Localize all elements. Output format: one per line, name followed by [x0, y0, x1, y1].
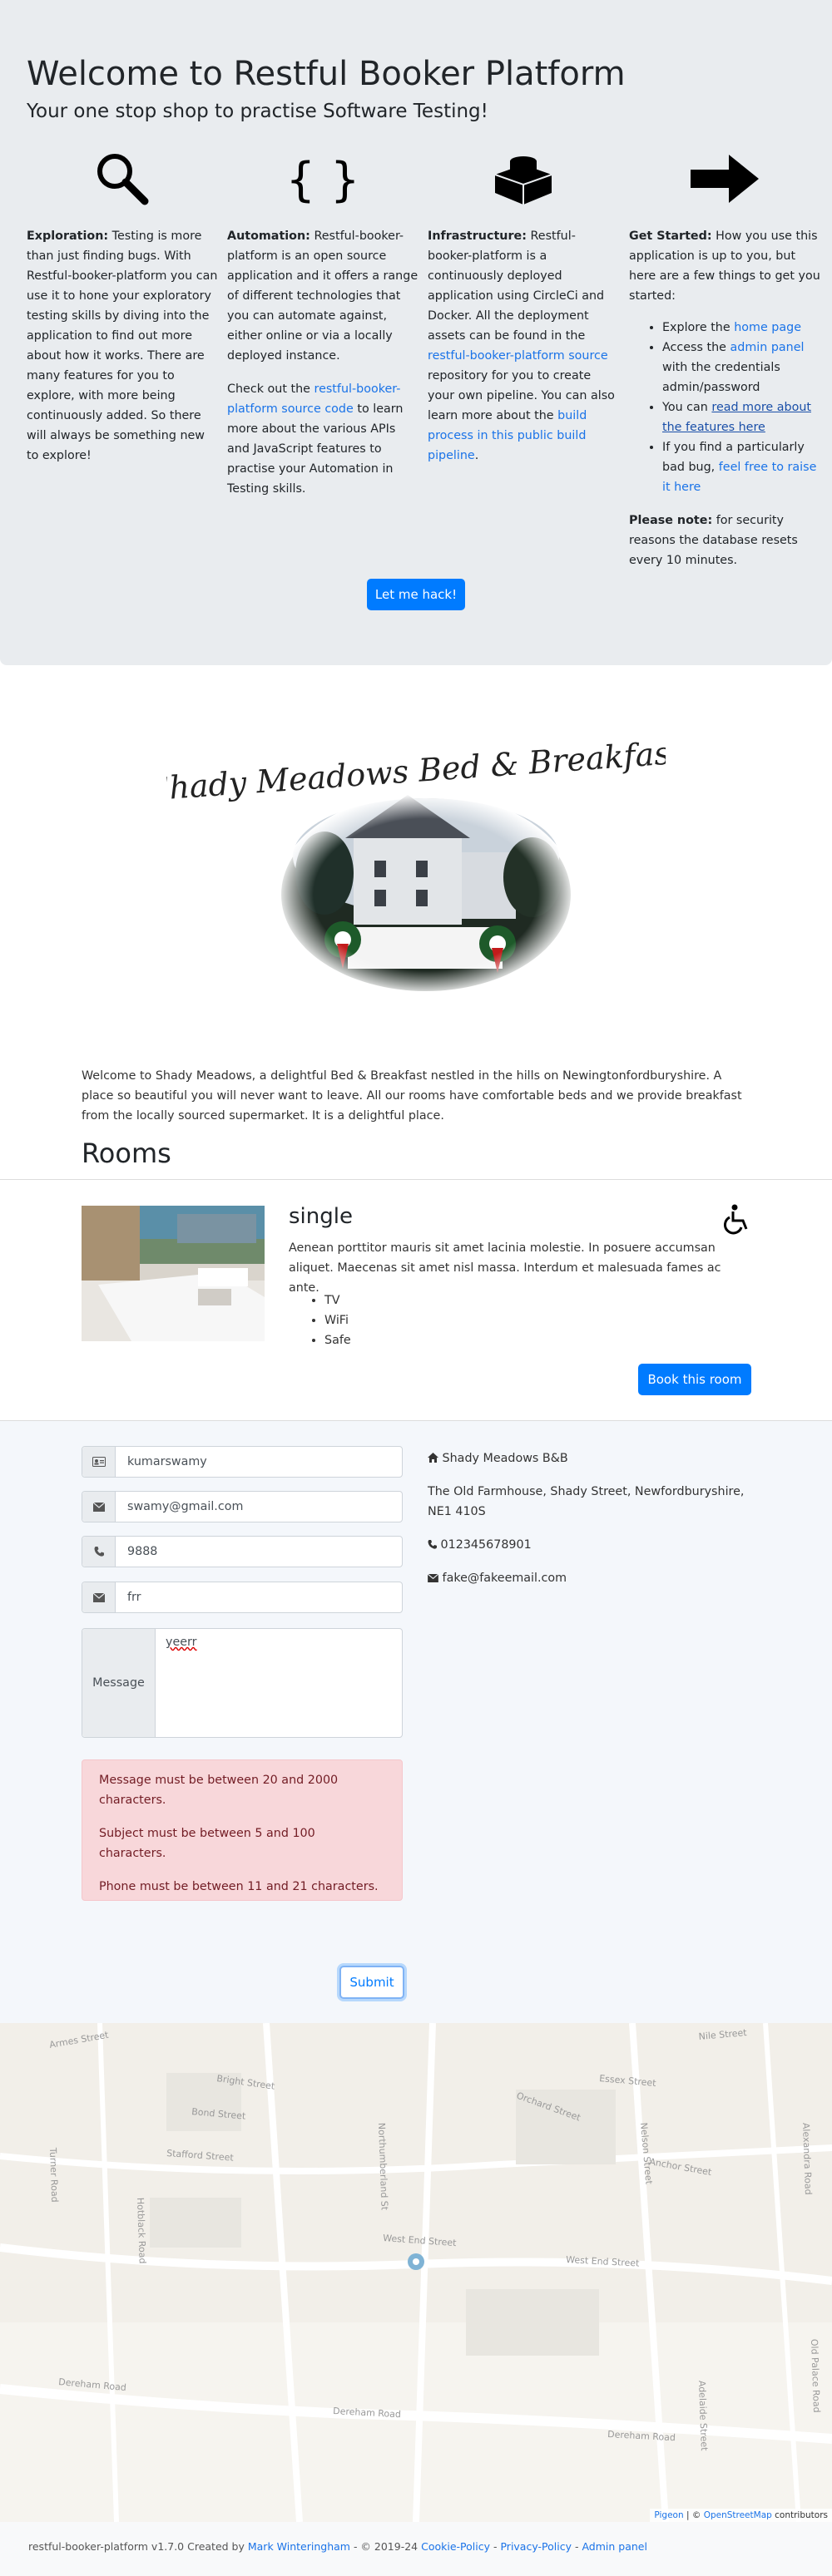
hotel-logo: Shady Meadows Bed & Breakfast [166, 734, 666, 996]
exploration-text: Testing is more than just finding bugs. … [27, 229, 218, 462]
name-field[interactable]: kumarswamy [82, 1446, 403, 1478]
error-alert: Message must be between 20 and 2000 char… [82, 1759, 403, 1901]
attr-post: contributors [771, 2510, 828, 2520]
author-link[interactable]: Mark Winteringham [248, 2540, 350, 2553]
page-subtitle: Your one stop shop to practise Software … [27, 101, 488, 122]
contact-name-text: Shady Meadows B&B [442, 1452, 568, 1465]
message-field[interactable]: Message yeerr [82, 1628, 403, 1738]
footer: restful-booker-platform v1.7.0 Created b… [0, 2522, 832, 2576]
id-card-icon [82, 1447, 116, 1477]
subject-value[interactable]: frr [116, 1582, 402, 1612]
room-description: Aenean porttitor mauris sit amet lacinia… [289, 1241, 721, 1295]
svg-text:{{ }}: {{ }} [281, 153, 364, 207]
error-message: Message must be between 20 and 2000 char… [99, 1774, 339, 1807]
automation-p2-post: to learn more about the various APIs and… [227, 402, 404, 496]
divider [0, 1420, 832, 1421]
cookie-policy-link[interactable]: Cookie-Policy [421, 2540, 490, 2553]
welcome-jumbotron: Welcome to Restful Booker Platform Your … [0, 0, 832, 665]
message-textarea[interactable]: yeerr [156, 1629, 402, 1737]
message-value: yeerr [166, 1636, 197, 1649]
contact-email-text: fake@fakeemail.com [442, 1572, 567, 1585]
rooms-heading: Rooms [82, 1137, 171, 1169]
list-item: If you find a particularly bad bug, feel… [662, 437, 820, 497]
exploration-column: Exploration: Testing is more than just f… [27, 141, 218, 466]
map[interactable]: Bright Street Dereham Road Dereham Road … [0, 2023, 832, 2522]
message-label: Message [82, 1629, 156, 1737]
li3-pre: You can [662, 401, 712, 414]
map-attribution: Pigeon | © OpenStreetMap contributors [650, 2509, 832, 2522]
email-field[interactable]: swamy@gmail.com [82, 1491, 403, 1522]
contact-phone-text: 012345678901 [440, 1538, 532, 1552]
contact-info-email: fake@fakeemail.com [427, 1568, 760, 1588]
infrastructure-text3: . [474, 449, 479, 462]
error-message: Phone must be between 11 and 21 characte… [99, 1880, 379, 1893]
contact-info: Shady Meadows B&B The Old Farmhouse, Sha… [427, 1448, 760, 1601]
source-repository-link[interactable]: restful-booker-platform source [428, 349, 608, 363]
let-me-hack-button[interactable]: Let me hack! [367, 579, 465, 610]
submit-button[interactable]: Submit [339, 1966, 404, 1999]
li2-pre: Access the [662, 341, 730, 354]
infrastructure-lead: Infrastructure: [428, 229, 527, 243]
list-item: Explore the home page [662, 318, 820, 338]
street-label: Hotblack Road [135, 2198, 148, 2264]
phone-icon [428, 1540, 437, 1549]
get-started-column: Get Started: How you use this applicatio… [629, 141, 820, 570]
error-message: Subject must be between 5 and 100 charac… [99, 1827, 315, 1860]
lego-brick-icon [494, 156, 552, 205]
name-value[interactable]: kumarswamy [116, 1447, 402, 1477]
infrastructure-column: Infrastructure: Restful-booker-platform … [428, 141, 619, 466]
list-item: You can read more about the features her… [662, 397, 820, 437]
room-features: TV WiFi Safe [324, 1290, 351, 1350]
automation-text: Restful-booker-platform is an open sourc… [227, 229, 418, 363]
curly-braces-icon: {{ }} [281, 153, 364, 207]
envelope-icon [82, 1582, 116, 1612]
email-value[interactable]: swamy@gmail.com [116, 1492, 402, 1522]
home-icon [428, 1453, 438, 1463]
infrastructure-text: Restful-booker-platform is a continuousl… [428, 229, 605, 343]
phone-value[interactable]: 9888 [116, 1537, 402, 1567]
contact-info-address: The Old Farmhouse, Shady Street, Newford… [428, 1485, 745, 1518]
arrow-right-icon [691, 155, 759, 203]
home-page-link[interactable]: home page [734, 321, 801, 334]
phone-field[interactable]: 9888 [82, 1536, 403, 1567]
automation-lead: Automation: [227, 229, 310, 243]
get-started-list: Explore the home page Access the admin p… [662, 318, 820, 497]
automation-column: {{ }} Automation: Restful-booker-platfor… [227, 141, 418, 499]
room-feature: Safe [324, 1330, 351, 1350]
exploration-lead: Exploration: [27, 229, 109, 243]
phone-icon [82, 1537, 116, 1567]
footer-sep: - [490, 2540, 501, 2553]
list-item: Access the admin panel with the credenti… [662, 338, 820, 397]
footer-pre: restful-booker-platform v1.7.0 Created b… [28, 2540, 248, 2553]
room-feature: WiFi [324, 1310, 351, 1330]
hotel-description: Welcome to Shady Meadows, a delightful B… [82, 1069, 742, 1123]
magnifier-icon [97, 154, 149, 205]
privacy-policy-link[interactable]: Privacy-Policy [500, 2540, 572, 2553]
book-room-button[interactable]: Book this room [638, 1364, 751, 1395]
contact-info-name: Shady Meadows B&B [428, 1448, 760, 1468]
li2-post: with the credentials admin/password [662, 361, 780, 394]
pigeon-link[interactable]: Pigeon [654, 2510, 683, 2520]
page-title: Welcome to Restful Booker Platform [27, 55, 626, 93]
divider [0, 1179, 832, 1180]
automation-p2-pre: Check out the [227, 382, 314, 396]
wheelchair-icon [723, 1204, 748, 1235]
footer-mid: - © 2019-24 [349, 2540, 422, 2553]
room-image [82, 1206, 265, 1341]
room-type: single [289, 1204, 353, 1229]
street-label: Turner Road [47, 2147, 60, 2203]
li1-pre: Explore the [662, 321, 735, 334]
room-feature: TV [324, 1290, 351, 1310]
envelope-icon [82, 1492, 116, 1522]
attr-sep: | © [683, 2510, 704, 2520]
contact-info-phone: 012345678901 [428, 1535, 760, 1555]
note-lead: Please note: [629, 514, 713, 527]
subject-field[interactable]: frr [82, 1582, 403, 1613]
get-started-lead: Get Started: [629, 229, 712, 243]
admin-panel-footer-link[interactable]: Admin panel [582, 2540, 647, 2553]
openstreetmap-link[interactable]: OpenStreetMap [704, 2510, 772, 2520]
envelope-icon [427, 1573, 439, 1582]
footer-sep: - [572, 2540, 582, 2553]
admin-panel-link[interactable]: admin panel [730, 341, 805, 354]
